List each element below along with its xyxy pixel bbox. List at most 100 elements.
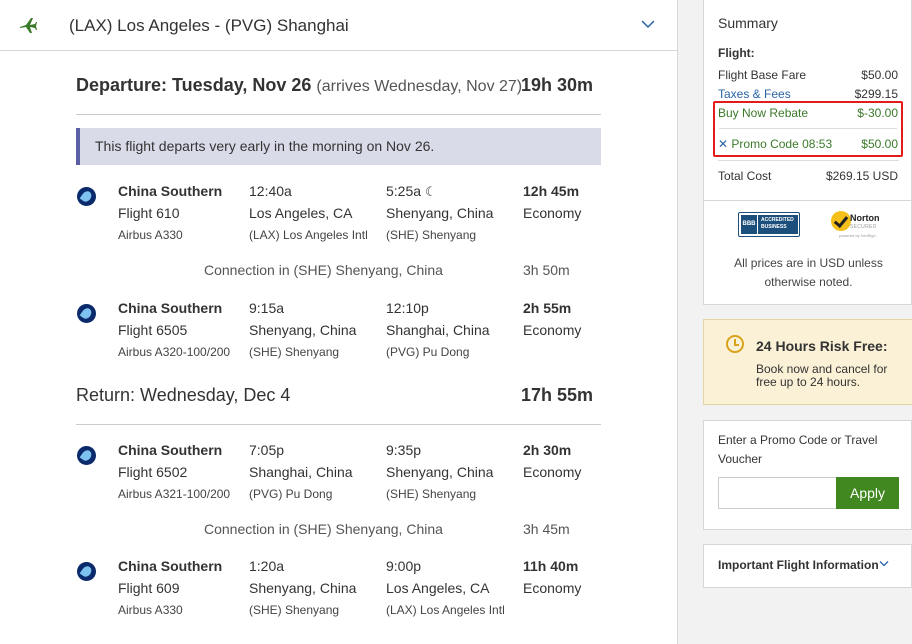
rebate-value: $-30.00	[857, 106, 898, 120]
important-info-toggle[interactable]: Important Flight Information	[703, 544, 912, 588]
flight-number: Flight 6505	[118, 322, 188, 338]
cabin-class: Economy	[523, 464, 582, 480]
segment-duration: 11h 40m	[523, 558, 579, 574]
cabin-class: Economy	[523, 580, 582, 596]
flight-number: Flight 609	[118, 580, 180, 596]
departure-airport: (SHE) Shenyang	[249, 345, 340, 359]
departure-arrives: (arrives Wednesday, Nov 27)	[316, 78, 523, 95]
arrival-time: 5:25a	[386, 183, 422, 199]
page: (LAX) Los Angeles - (PVG) Shanghai Depar…	[0, 0, 912, 644]
airline-logo-icon	[77, 562, 96, 581]
departure-title: Departure: Tuesday, Nov 26 (arrives Wedn…	[76, 75, 523, 95]
chevron-down-icon[interactable]	[640, 18, 656, 30]
flight-number: Flight 610	[118, 205, 180, 221]
return-header: Return: Wednesday, Dec 4 17h 55m	[76, 385, 601, 425]
departure-city: Shanghai, China	[249, 464, 353, 480]
plane-icon	[20, 18, 37, 33]
aircraft: Airbus A321-100/200	[118, 487, 231, 501]
arrival-time: 9:00p	[386, 558, 422, 574]
segment-duration: 2h 30m	[523, 442, 572, 458]
divider	[719, 128, 897, 129]
norton-name: Norton	[850, 213, 880, 223]
connection-text: Connection in (SHE) Shenyang, China	[204, 262, 443, 278]
divider	[704, 200, 911, 201]
departure-time: 7:05p	[249, 442, 285, 458]
checkmark-icon	[831, 211, 851, 231]
connection-duration: 3h 50m	[523, 262, 570, 278]
promo-code-box: Enter a Promo Code or Travel Voucher App…	[703, 420, 912, 530]
promo-code-input[interactable]	[718, 477, 836, 509]
arrival-city: Shenyang, China	[386, 205, 494, 221]
arrival-city: Los Angeles, CA	[386, 580, 490, 596]
price-summary: Summary Flight: Flight Base Fare $50.00 …	[703, 0, 912, 305]
route-header[interactable]: (LAX) Los Angeles - (PVG) Shanghai	[0, 0, 678, 51]
airline-logo-icon	[77, 446, 96, 465]
bbb-badge[interactable]: BBB ACCREDITED BUSINESS	[738, 212, 800, 237]
bbb-badge-mark: BBB	[741, 215, 757, 234]
divider	[718, 160, 899, 161]
early-departure-notice: This flight departs very early in the mo…	[76, 128, 601, 165]
airline-name: China Southern	[118, 183, 223, 199]
base-fare-value: $50.00	[861, 68, 898, 82]
flight-segment: China Southern Flight 6502 Airbus A321-1…	[0, 442, 678, 502]
departure-time: 1:20a	[249, 558, 285, 574]
departure-airport: (LAX) Los Angeles Intl	[249, 228, 368, 242]
risk-free-title: 24 Hours Risk Free:	[756, 338, 888, 354]
return-title: Return: Wednesday, Dec 4	[76, 385, 291, 405]
airline-name: China Southern	[118, 300, 223, 316]
flight-segment: China Southern Flight 610 Airbus A330 12…	[0, 183, 678, 243]
promo-value: $50.00	[861, 137, 898, 151]
route-title: (LAX) Los Angeles - (PVG) Shanghai	[69, 16, 349, 35]
arrival-airport: (SHE) Shenyang	[386, 487, 477, 501]
airline-name: China Southern	[118, 558, 223, 574]
segment-duration: 12h 45m	[523, 183, 580, 199]
departure-header: Departure: Tuesday, Nov 26 (arrives Wedn…	[76, 75, 601, 115]
arrival-city: Shenyang, China	[386, 464, 494, 480]
airline-logo-icon	[77, 187, 96, 206]
cabin-class: Economy	[523, 322, 582, 338]
promo-code-label: Enter a Promo Code or Travel Voucher	[718, 433, 878, 466]
total-label: Total Cost	[718, 169, 772, 183]
risk-free-banner: 24 Hours Risk Free: Book now and cancel …	[703, 319, 912, 405]
flight-segment: China Southern Flight 6505 Airbus A320-1…	[0, 300, 678, 360]
flight-segment: China Southern Flight 609 Airbus A330 1:…	[0, 558, 678, 618]
itinerary-panel: (LAX) Los Angeles - (PVG) Shanghai Depar…	[0, 0, 678, 644]
aircraft: Airbus A330	[118, 603, 183, 617]
taxes-link[interactable]: Taxes & Fees	[718, 87, 791, 101]
aircraft: Airbus A320-100/200	[118, 345, 231, 359]
departure-time: 12:40a	[249, 183, 292, 199]
airline-name: China Southern	[118, 442, 223, 458]
departure-city: Los Angeles, CA	[249, 205, 353, 221]
promo-label-wrap: ✕ Promo Code 08:53	[718, 137, 832, 151]
summary-title: Summary	[718, 15, 778, 31]
connection-text: Connection in (SHE) Shenyang, China	[204, 521, 443, 537]
return-duration: 17h 55m	[520, 385, 593, 405]
important-info-label: Important Flight Information	[718, 558, 879, 572]
arrival-time: 9:35p	[386, 442, 422, 458]
departure-airport: (PVG) Pu Dong	[249, 487, 333, 501]
total-value: $269.15 USD	[825, 169, 898, 183]
clock-icon	[726, 335, 744, 353]
promo-label: Promo Code 08:53	[731, 137, 833, 151]
arrival-city: Shanghai, China	[386, 322, 490, 338]
segment-duration: 2h 55m	[523, 300, 572, 316]
aircraft: Airbus A330	[118, 228, 183, 242]
departure-time: 9:15a	[249, 300, 285, 316]
rebate-label: Buy Now Rebate	[718, 106, 809, 120]
apply-button[interactable]: Apply	[836, 477, 899, 509]
bbb-badge-text: ACCREDITED BUSINESS	[758, 215, 798, 234]
arrival-airport: (LAX) Los Angeles Intl	[386, 603, 505, 617]
flight-number: Flight 6502	[118, 464, 188, 480]
arrival-airport: (SHE) Shenyang	[386, 228, 477, 242]
airline-logo-icon	[77, 304, 96, 323]
arrival-time-wrap: 5:25a ☾	[386, 183, 437, 200]
norton-secured-badge[interactable]: Norton SECURED powered by VeriSign	[831, 210, 881, 238]
moon-icon: ☾	[425, 184, 437, 199]
remove-promo-icon[interactable]: ✕	[718, 137, 728, 151]
norton-secured: SECURED	[850, 224, 877, 230]
taxes-value: $299.15	[854, 87, 898, 101]
chevron-down-icon	[879, 561, 889, 567]
arrival-airport: (PVG) Pu Dong	[386, 345, 470, 359]
base-fare-label: Flight Base Fare	[718, 68, 807, 82]
usd-note: All prices are in USD unless otherwise n…	[734, 256, 883, 289]
